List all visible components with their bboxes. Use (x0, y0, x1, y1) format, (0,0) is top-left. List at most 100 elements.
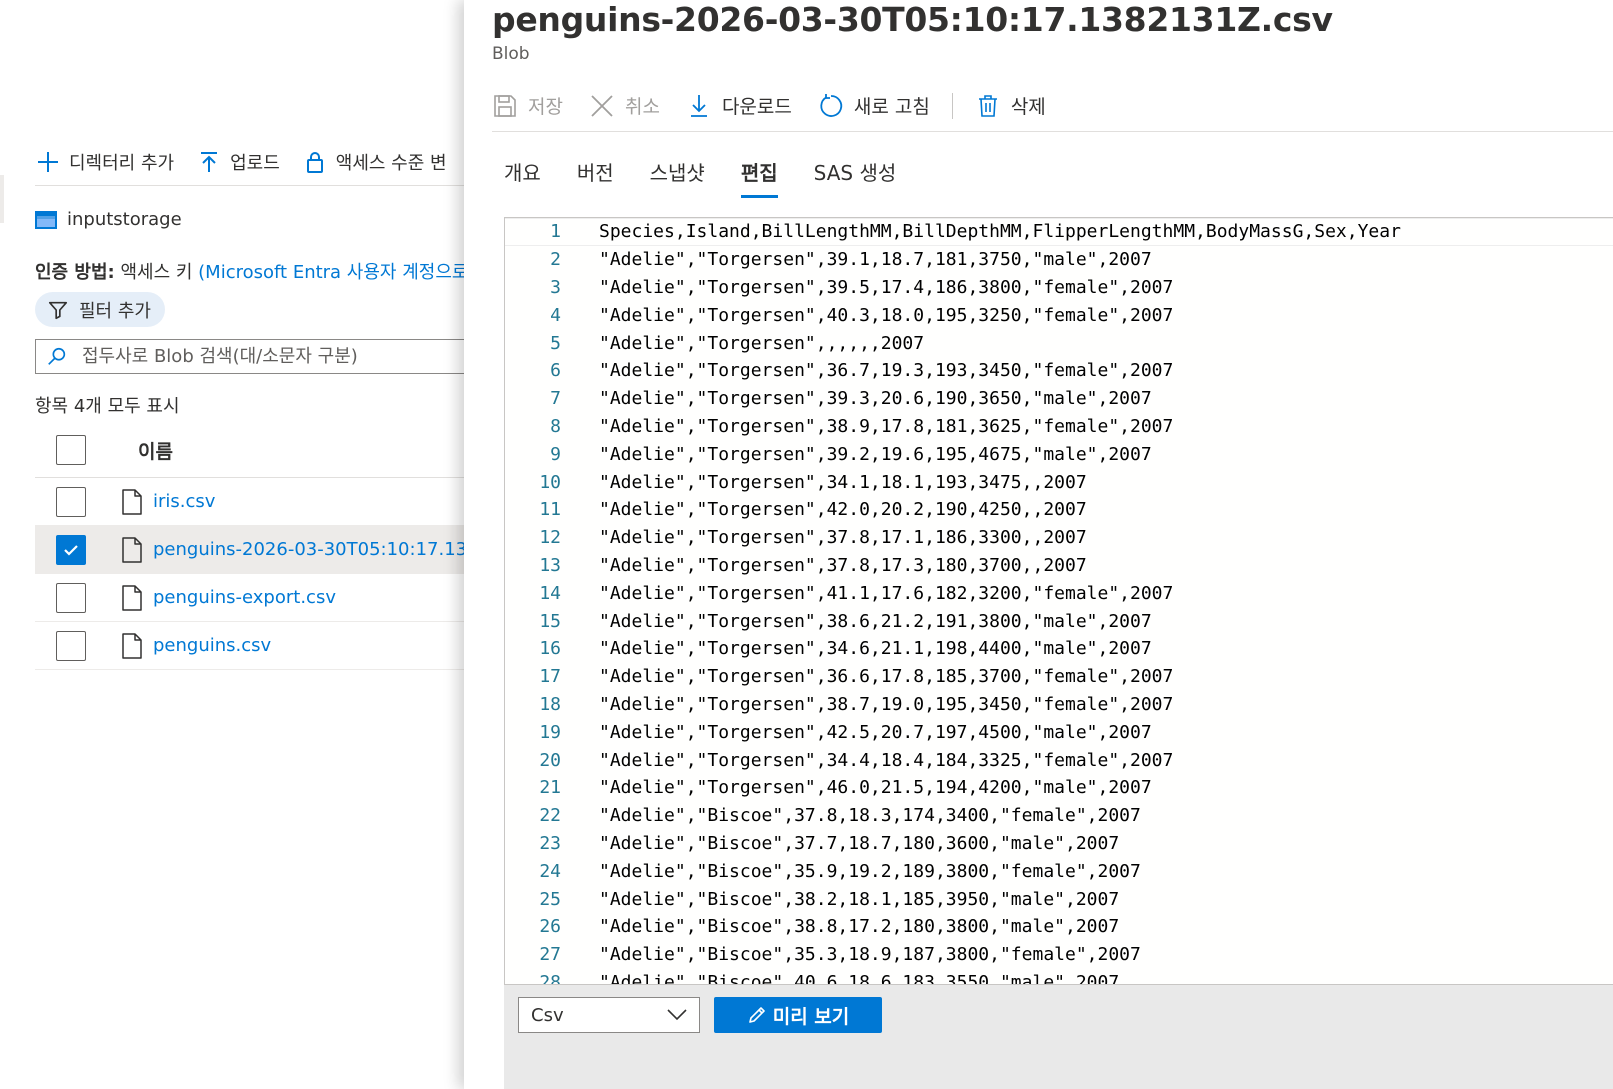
line-content: "Adelie","Torgersen",38.9,17.8,181,3625,… (599, 415, 1174, 437)
line-number: 21 (539, 777, 561, 799)
editor-line[interactable]: 1 Species,Island,BillLengthMM,BillDepthMM… (505, 218, 1613, 246)
editor-line[interactable]: 2 "Adelie","Torgersen",39.1,18.7,181,3750… (505, 246, 1613, 274)
table-row[interactable]: penguins-export.csv (35, 574, 476, 622)
delete-button[interactable]: 삭제 (975, 92, 1046, 119)
tab-overview[interactable]: 개요 (504, 150, 541, 198)
checkmark-icon (64, 544, 78, 556)
row-checkbox[interactable] (56, 582, 86, 613)
line-content: "Adelie","Torgersen",42.5,20.7,197,4500,… (599, 721, 1152, 743)
editor-line[interactable]: 27 "Adelie","Biscoe",35.3,18.9,187,3800,"… (505, 941, 1613, 969)
editor-line[interactable]: 5 "Adelie","Torgersen",,,,,,2007 (505, 329, 1613, 357)
line-number: 16 (539, 638, 561, 660)
line-number: 27 (539, 944, 561, 966)
save-button[interactable]: 저장 (492, 92, 563, 119)
line-content: "Adelie","Torgersen",39.1,18.7,181,3750,… (599, 249, 1152, 271)
preview-button[interactable]: 미리 보기 (714, 997, 882, 1033)
line-content: "Adelie","Torgersen",37.8,17.1,186,3300,… (599, 527, 1087, 549)
code-editor[interactable]: 1 Species,Island,BillLengthMM,BillDepthMM… (504, 217, 1613, 985)
cancel-button[interactable]: 취소 (589, 92, 660, 119)
line-number: 26 (539, 916, 561, 938)
tab-generate-sas[interactable]: SAS 생성 (814, 150, 897, 198)
access-level-button[interactable]: 액세스 수준 변 (302, 149, 447, 175)
editor-line[interactable]: 6 "Adelie","Torgersen",36.7,19.3,193,3450… (505, 357, 1613, 385)
row-checkbox[interactable] (56, 534, 86, 565)
editor-line[interactable]: 26 "Adelie","Biscoe",38.8,17.2,180,3800,"… (505, 913, 1613, 941)
tab-versions[interactable]: 버전 (577, 150, 614, 198)
line-content: "Adelie","Torgersen",36.6,17.8,185,3700,… (599, 666, 1174, 688)
editor-line[interactable]: 22 "Adelie","Biscoe",37.8,18.3,174,3400,"… (505, 802, 1613, 830)
line-number: 15 (539, 610, 561, 632)
tab-edit[interactable]: 편집 (740, 150, 778, 198)
blob-title: penguins-2026-03-30T05:10:17.1382131Z.cs… (492, 0, 1333, 39)
editor-line[interactable]: 4 "Adelie","Torgersen",40.3,18.0,195,3250… (505, 301, 1613, 329)
tab-snapshots[interactable]: 스냅샷 (650, 150, 705, 198)
editor-line[interactable]: 15 "Adelie","Torgersen",38.6,21.2,191,380… (505, 607, 1613, 635)
line-number: 3 (550, 276, 561, 298)
line-number: 10 (539, 471, 561, 493)
editor-line[interactable]: 13 "Adelie","Torgersen",37.8,17.3,180,370… (505, 552, 1613, 580)
editor-line[interactable]: 20 "Adelie","Torgersen",34.4,18.4,184,332… (505, 746, 1613, 774)
lock-icon (302, 149, 328, 175)
filter-icon (48, 301, 68, 319)
line-number: 5 (550, 332, 561, 354)
table-row[interactable]: penguins-2026-03-30T05:10:17.1382131Z.cs… (35, 526, 476, 574)
editor-line[interactable]: 24 "Adelie","Biscoe",35.9,19.2,189,3800,"… (505, 857, 1613, 885)
blob-detail-panel: penguins-2026-03-30T05:10:17.1382131Z.cs… (464, 0, 1613, 1089)
auth-method-value: 액세스 키 (120, 262, 193, 283)
editor-line[interactable]: 12 "Adelie","Torgersen",37.8,17.1,186,330… (505, 524, 1613, 552)
refresh-button[interactable]: 새로 고침 (818, 92, 930, 119)
editor-line[interactable]: 14 "Adelie","Torgersen",41.1,17.6,182,320… (505, 579, 1613, 607)
line-content: "Adelie","Torgersen",39.5,17.4,186,3800,… (599, 276, 1174, 298)
editor-line[interactable]: 7 "Adelie","Torgersen",39.3,20.6,190,3650… (505, 385, 1613, 413)
switch-auth-link[interactable]: (Microsoft Entra 사용자 계정으로 (198, 262, 468, 283)
blob-search-input[interactable] (82, 346, 462, 367)
column-header-name[interactable]: 이름 (138, 437, 173, 464)
blob-name-link[interactable]: penguins-2026-03-30T05:10:17.1382131Z.cs… (153, 539, 476, 560)
format-select[interactable]: Csv (518, 997, 700, 1033)
refresh-icon (818, 93, 844, 119)
line-content: "Adelie","Biscoe",40.6,18.6,183,3550,"ma… (599, 971, 1120, 985)
line-number: 9 (550, 443, 561, 465)
auth-method-row: 인증 방법: 액세스 키 (Microsoft Entra 사용자 계정으로 (35, 258, 468, 284)
row-checkbox[interactable] (56, 630, 86, 661)
add-directory-button[interactable]: 디렉터리 추가 (35, 149, 174, 175)
line-content: "Adelie","Biscoe",38.8,17.2,180,3800,"ma… (599, 916, 1120, 938)
editor-line[interactable]: 9 "Adelie","Torgersen",39.2,19.6,195,4675… (505, 440, 1613, 468)
select-all-checkbox[interactable] (56, 435, 86, 465)
download-button[interactable]: 다운로드 (686, 92, 792, 119)
blob-name-link[interactable]: iris.csv (153, 491, 215, 512)
editor-line[interactable]: 17 "Adelie","Torgersen",36.6,17.8,185,370… (505, 663, 1613, 691)
auth-method-label: 인증 방법: (35, 262, 115, 283)
container-pane: 디렉터리 추가 업로드 액세스 수준 변 inputstorage 인증 방법:… (0, 0, 476, 1089)
row-checkbox[interactable] (56, 486, 86, 517)
editor-line[interactable]: 8 "Adelie","Torgersen",38.9,17.8,181,3625… (505, 413, 1613, 441)
line-content: "Adelie","Torgersen",39.2,19.6,195,4675,… (599, 443, 1152, 465)
line-content: "Adelie","Torgersen",38.7,19.0,195,3450,… (599, 693, 1174, 715)
line-content: "Adelie","Biscoe",35.9,19.2,189,3800,"fe… (599, 860, 1141, 882)
add-filter-button[interactable]: 필터 추가 (35, 292, 165, 327)
editor-line[interactable]: 28 "Adelie","Biscoe",40.6,18.6,183,3550,"… (505, 969, 1613, 985)
editor-line[interactable]: 25 "Adelie","Biscoe",38.2,18.1,185,3950,"… (505, 885, 1613, 913)
editor-line[interactable]: 18 "Adelie","Torgersen",38.7,19.0,195,345… (505, 691, 1613, 719)
editor-line[interactable]: 16 "Adelie","Torgersen",34.6,21.1,198,440… (505, 635, 1613, 663)
blob-command-bar: 저장 취소 다운로드 새로 고침 삭제 (492, 80, 1613, 132)
editor-line[interactable]: 21 "Adelie","Torgersen",46.0,21.5,194,420… (505, 774, 1613, 802)
upload-button[interactable]: 업로드 (196, 149, 280, 175)
pencil-icon (748, 1007, 765, 1023)
file-icon (122, 536, 142, 563)
editor-line[interactable]: 10 "Adelie","Torgersen",34.1,18.1,193,347… (505, 468, 1613, 496)
save-icon (492, 93, 518, 119)
line-content: "Adelie","Biscoe",38.2,18.1,185,3950,"ma… (599, 888, 1120, 910)
table-header: 이름 (35, 423, 476, 478)
editor-line[interactable]: 19 "Adelie","Torgersen",42.5,20.7,197,450… (505, 718, 1613, 746)
line-number: 1 (550, 221, 561, 243)
blob-name-link[interactable]: penguins.csv (153, 635, 271, 656)
editor-line[interactable]: 3 "Adelie","Torgersen",39.5,17.4,186,3800… (505, 274, 1613, 302)
command-separator (951, 92, 953, 119)
editor-line[interactable]: 11 "Adelie","Torgersen",42.0,20.2,190,425… (505, 496, 1613, 524)
editor-line[interactable]: 23 "Adelie","Biscoe",37.7,18.7,180,3600,"… (505, 830, 1613, 858)
storage-account-name: inputstorage (67, 209, 182, 230)
blob-name-link[interactable]: penguins-export.csv (153, 587, 336, 608)
table-row[interactable]: iris.csv (35, 478, 476, 526)
table-row[interactable]: penguins.csv (35, 622, 476, 670)
